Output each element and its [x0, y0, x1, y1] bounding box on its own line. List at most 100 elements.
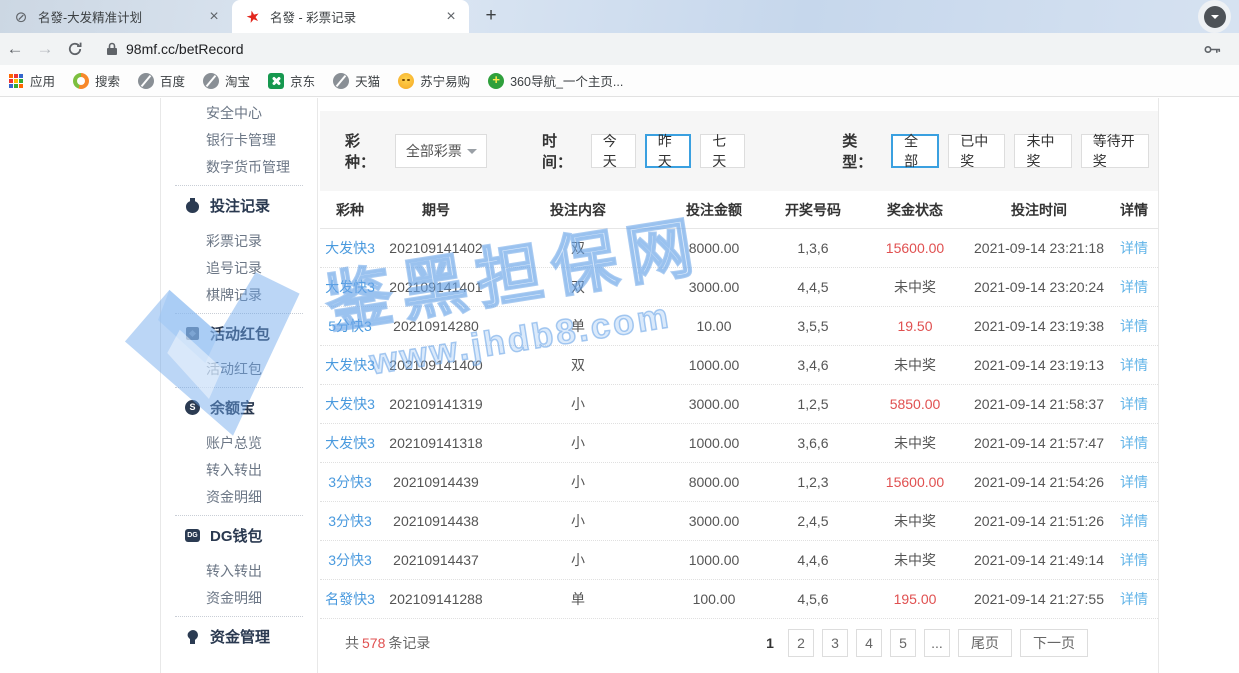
sidebar-item[interactable]: 资金明细 — [161, 484, 317, 511]
sidebar-item[interactable]: 资金管理 — [175, 616, 303, 651]
lottery-name-link[interactable]: 3分快3 — [320, 472, 380, 492]
tab-close-icon[interactable] — [443, 9, 459, 25]
bookmark-item[interactable]: 淘宝 — [203, 71, 250, 90]
bookmark-item[interactable]: 天猫 — [333, 71, 380, 90]
page-number-button[interactable]: 5 — [890, 629, 916, 657]
detail-link[interactable]: 详情 — [1110, 394, 1158, 414]
table-row: 5分快3 20210914280 单 10.00 3,5,5 19.50 202… — [320, 307, 1158, 346]
sidebar-item[interactable]: 银行卡管理 — [161, 127, 317, 154]
time-filter-button[interactable]: 昨天 — [645, 134, 692, 168]
table-row: 名發快3 202109141288 单 100.00 4,5,6 195.00 … — [320, 580, 1158, 619]
sidebar-item-label: 彩票记录 — [206, 233, 262, 249]
issue-number: 20210914437 — [380, 552, 492, 568]
type-filter-button[interactable]: 未中奖 — [1014, 134, 1071, 168]
detail-link[interactable]: 详情 — [1110, 472, 1158, 492]
bookmark-item[interactable]: 应用 — [8, 71, 55, 90]
browser-tab[interactable]: 名發 - 彩票记录 — [232, 0, 469, 33]
lottery-name-link[interactable]: 大发快3 — [320, 355, 380, 375]
sidebar-section-icon — [185, 528, 200, 543]
sidebar-item[interactable]: 投注记录 — [175, 185, 303, 220]
forward-icon[interactable]: → — [30, 39, 60, 59]
detail-link[interactable]: 详情 — [1110, 433, 1158, 453]
sidebar-item-label: 转入转出 — [206, 462, 262, 478]
page-number-button[interactable]: ... — [924, 629, 950, 657]
time-filter-button[interactable]: 今天 — [591, 134, 636, 168]
sidebar-item[interactable]: 彩票记录 — [161, 228, 317, 255]
lottery-name-link[interactable]: 大发快3 — [320, 277, 380, 297]
bookmark-item[interactable]: 360导航_一个主页... — [488, 71, 623, 90]
sidebar-item[interactable]: 转入转出 — [161, 457, 317, 484]
sidebar-section-icon — [185, 326, 200, 341]
bookmark-item[interactable]: 搜索 — [73, 71, 120, 90]
sidebar-item[interactable]: 转入转出 — [161, 558, 317, 585]
bet-time: 2021-09-14 23:19:38 — [968, 318, 1110, 334]
bet-content: 小 — [492, 433, 664, 453]
detail-link[interactable]: 详情 — [1110, 316, 1158, 336]
detail-link[interactable]: 详情 — [1110, 277, 1158, 297]
last-page-button[interactable]: 尾页 — [958, 629, 1012, 657]
bet-time: 2021-09-14 23:19:13 — [968, 357, 1110, 373]
bookmark-favicon-icon — [73, 73, 89, 89]
bet-content: 小 — [492, 511, 664, 531]
type-filter-button[interactable]: 已中奖 — [948, 134, 1005, 168]
lottery-name-link[interactable]: 名發快3 — [320, 589, 380, 609]
sidebar-item[interactable]: 棋牌记录 — [161, 282, 317, 309]
sidebar: 安全中心 银行卡管理 数字货币管理 投注记录 — [161, 98, 317, 673]
key-icon[interactable] — [1204, 44, 1221, 55]
tab-favicon-icon — [12, 8, 30, 26]
detail-link[interactable]: 详情 — [1110, 511, 1158, 531]
bookmark-item[interactable]: 苏宁易购 — [398, 71, 470, 90]
bookmark-item[interactable]: 百度 — [138, 71, 185, 90]
type-filter-button[interactable]: 全部 — [891, 134, 939, 168]
sidebar-item[interactable]: 安全中心 — [161, 100, 317, 127]
sidebar-item-label: 追号记录 — [206, 260, 262, 276]
prize-status: 未中奖 — [862, 355, 968, 375]
detail-link[interactable]: 详情 — [1110, 355, 1158, 375]
next-page-button[interactable]: 下一页 — [1020, 629, 1088, 657]
lottery-name-link[interactable]: 大发快3 — [320, 433, 380, 453]
bet-amount: 3000.00 — [664, 513, 764, 529]
sidebar-item[interactable]: 活动红包 — [175, 313, 303, 348]
lottery-name-link[interactable]: 大发快3 — [320, 394, 380, 414]
lottery-name-link[interactable]: 3分快3 — [320, 511, 380, 531]
sidebar-item-label: 余额宝 — [210, 397, 255, 418]
sidebar-item[interactable]: 活动红包 — [161, 356, 317, 383]
sidebar-item[interactable]: 数字货币管理 — [161, 154, 317, 181]
sidebar-item[interactable]: DG钱包 — [175, 515, 303, 550]
bookmark-item[interactable]: 京东 — [268, 71, 315, 90]
lottery-name-link[interactable]: 3分快3 — [320, 550, 380, 570]
tab-close-icon[interactable] — [206, 9, 222, 25]
current-page: 1 — [760, 629, 780, 657]
col-header-detail: 详情 — [1110, 200, 1158, 220]
sidebar-item[interactable]: 账户总览 — [161, 430, 317, 457]
sidebar-item[interactable]: 追号记录 — [161, 255, 317, 282]
type-filter-button[interactable]: 等待开奖 — [1081, 134, 1149, 168]
browser-tab[interactable]: 名發-大发精准计划 — [0, 0, 232, 33]
tab-favicon-icon — [244, 8, 262, 26]
sidebar-item[interactable]: 余额宝 — [175, 387, 303, 422]
bet-amount: 3000.00 — [664, 396, 764, 412]
pagination-bar: 共578条记录 1 2 3 4 5 — [320, 619, 1158, 666]
refresh-icon[interactable] — [60, 41, 90, 57]
page-number-button[interactable]: 3 — [822, 629, 848, 657]
page-number-button[interactable]: 2 — [788, 629, 814, 657]
new-tab-button[interactable]: + — [478, 4, 504, 30]
page-number-button[interactable]: 4 — [856, 629, 882, 657]
sidebar-item[interactable]: 资金明细 — [161, 585, 317, 612]
lock-icon[interactable] — [106, 42, 118, 56]
detail-link[interactable]: 详情 — [1110, 589, 1158, 609]
address-bar[interactable]: 98mf.cc/betRecord — [126, 41, 244, 57]
tab-title: 名發-大发精准计划 — [38, 7, 206, 26]
lottery-select[interactable]: 全部彩票 — [395, 134, 487, 168]
back-icon[interactable]: ← — [0, 39, 30, 59]
browser-menu-button[interactable] — [1198, 0, 1231, 33]
lottery-name-link[interactable]: 大发快3 — [320, 238, 380, 258]
col-header-numbers: 开奖号码 — [764, 200, 862, 220]
detail-link[interactable]: 详情 — [1110, 238, 1158, 258]
detail-link[interactable]: 详情 — [1110, 550, 1158, 570]
lottery-name-link[interactable]: 5分快3 — [320, 316, 380, 336]
col-header-lottery: 彩种 — [320, 200, 380, 220]
time-filter-button[interactable]: 七天 — [700, 134, 745, 168]
bet-content: 单 — [492, 316, 664, 336]
bookmark-favicon-icon — [488, 73, 504, 89]
